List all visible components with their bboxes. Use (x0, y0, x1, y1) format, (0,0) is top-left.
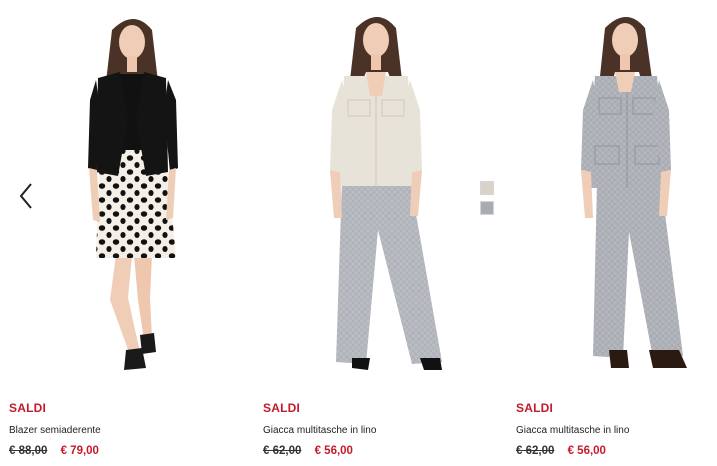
sale-price: € 79,00 (60, 445, 99, 457)
original-price: € 62,00 (516, 445, 555, 457)
product-image[interactable] (254, 0, 499, 378)
product-name[interactable]: Giacca multitasche in lino (263, 424, 493, 438)
product-card[interactable]: SALDI Giacca multitasche in lino € 62,00… (507, 0, 717, 466)
color-swatches (480, 181, 494, 221)
product-info: SALDI Giacca multitasche in lino € 62,00… (516, 400, 717, 459)
product-name[interactable]: Giacca multitasche in lino (516, 424, 717, 438)
product-image[interactable] (507, 0, 717, 378)
product-carousel: SALDI Blazer semiaderente € 88,00 € 79,0… (0, 0, 717, 466)
sale-badge: SALDI (9, 401, 46, 415)
color-swatch-beige[interactable] (480, 181, 494, 195)
sale-badge: SALDI (263, 401, 300, 415)
product-card[interactable]: SALDI Blazer semiaderente € 88,00 € 79,0… (0, 0, 245, 466)
original-price: € 88,00 (9, 445, 48, 457)
sale-price: € 56,00 (314, 445, 353, 457)
original-price: € 62,00 (263, 445, 302, 457)
sale-price: € 56,00 (567, 445, 606, 457)
product-name[interactable]: Blazer semiaderente (9, 424, 239, 438)
chevron-left-icon (19, 183, 32, 209)
price-row: € 62,00 € 56,00 (516, 443, 717, 459)
carousel-prev-button[interactable] (14, 182, 38, 210)
product-info: SALDI Blazer semiaderente € 88,00 € 79,0… (9, 400, 239, 459)
color-swatch-grey[interactable] (480, 201, 494, 215)
product-card[interactable]: SALDI Giacca multitasche in lino € 62,00… (254, 0, 499, 466)
product-info: SALDI Giacca multitasche in lino € 62,00… (263, 400, 493, 459)
price-row: € 88,00 € 79,00 (9, 443, 239, 459)
sale-badge: SALDI (516, 401, 553, 415)
price-row: € 62,00 € 56,00 (263, 443, 493, 459)
